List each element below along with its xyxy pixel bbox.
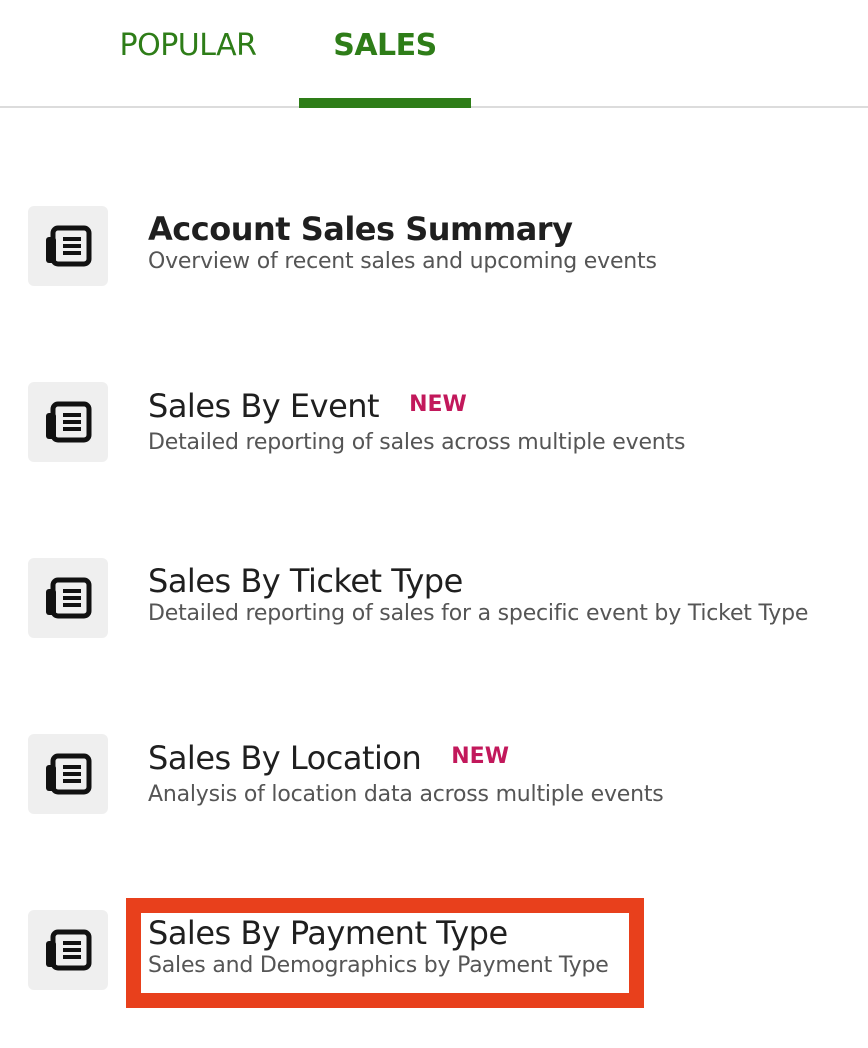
new-badge: NEW [451, 744, 509, 769]
tab-popular-label: POPULAR [119, 28, 257, 63]
active-tab-indicator [299, 98, 471, 108]
report-sales-by-ticket-type[interactable]: Sales By Ticket Type Detailed reporting … [0, 552, 868, 672]
report-text: Sales By Location NEW Analysis of locatio… [148, 738, 664, 809]
report-description: Analysis of location data across multipl… [148, 782, 664, 807]
report-document-icon [46, 929, 92, 971]
report-icon-container [28, 558, 108, 638]
report-tabs: POPULAR SALES [0, 0, 868, 108]
report-icon-container [28, 910, 108, 990]
report-text: Account Sales Summary Overview of recent… [148, 210, 657, 276]
report-title: Sales By Payment Type [148, 914, 508, 952]
report-text: Sales By Payment Type Sales and Demograp… [148, 914, 609, 980]
report-sales-by-payment-type[interactable]: Sales By Payment Type Sales and Demograp… [0, 904, 868, 1024]
tab-popular[interactable]: POPULAR [100, 0, 276, 108]
tab-sales[interactable]: SALES [299, 0, 471, 108]
report-document-icon [46, 577, 92, 619]
report-document-icon [46, 753, 92, 795]
report-description: Detailed reporting of sales for a specif… [148, 601, 809, 626]
report-title-row: Sales By Location NEW [148, 738, 664, 777]
report-title: Account Sales Summary [148, 210, 573, 248]
report-title: Sales By Location [148, 739, 422, 777]
report-sales-by-location[interactable]: Sales By Location NEW Analysis of locatio… [0, 728, 868, 848]
report-icon-container [28, 382, 108, 462]
report-document-icon [46, 225, 92, 267]
report-text: Sales By Ticket Type Detailed reporting … [148, 562, 808, 628]
report-text: Sales By Event NEW Detailed reporting of … [148, 386, 685, 457]
report-title: Sales By Event [148, 387, 380, 425]
report-description: Sales and Demographics by Payment Type [148, 953, 609, 978]
report-icon-container [28, 206, 108, 286]
report-account-sales-summary[interactable]: Account Sales Summary Overview of recent… [0, 200, 868, 320]
report-title-row: Sales By Event NEW [148, 386, 685, 425]
tab-sales-label: SALES [333, 28, 437, 63]
report-icon-container [28, 734, 108, 814]
report-description: Overview of recent sales and upcoming ev… [148, 249, 657, 274]
report-title: Sales By Ticket Type [148, 562, 463, 600]
report-document-icon [46, 401, 92, 443]
report-sales-by-event[interactable]: Sales By Event NEW Detailed reporting of … [0, 376, 868, 496]
new-badge: NEW [409, 392, 467, 417]
report-description: Detailed reporting of sales across multi… [148, 430, 686, 455]
